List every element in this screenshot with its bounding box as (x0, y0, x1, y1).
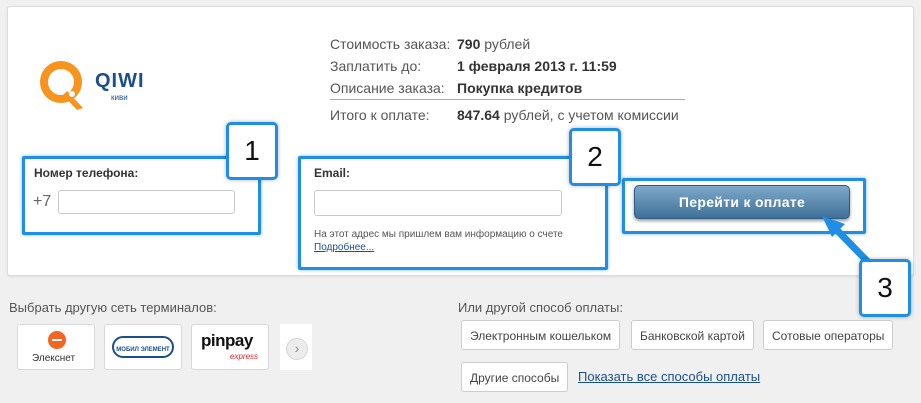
order-cost-currency: рублей (480, 36, 531, 52)
order-pay-until-label: Заплатить до: (330, 58, 422, 74)
email-more-link[interactable]: Подробнее... (314, 242, 374, 253)
qiwi-logo: QIWI киви (37, 58, 155, 116)
method-other[interactable]: Другие способы (461, 362, 569, 392)
marker-badge-2: 2 (569, 128, 621, 186)
email-label: Email: (314, 166, 351, 180)
order-summary: Стоимость заказа: 790 рублей Заплатить до… (330, 34, 685, 127)
phone-input[interactable] (58, 190, 235, 214)
order-cost-label: Стоимость заказа: (330, 36, 451, 52)
email-input[interactable] (314, 190, 562, 216)
order-description-row: Описание заказа: Покупка кредитов (330, 78, 679, 100)
order-total-suffix: рублей, с учетом комиссии (499, 107, 679, 123)
terminal-pinpay-sub: express (230, 352, 259, 361)
eleksnet-logo-icon (48, 331, 66, 349)
marker-badge-1: 1 (226, 122, 278, 180)
logo-name: QIWI (95, 70, 145, 92)
order-cost-value: 790 (457, 36, 481, 52)
order-total-value: 847.64 (457, 107, 500, 123)
order-cost-row: Стоимость заказа: 790 рублей (330, 34, 679, 56)
qiwi-bird-icon (40, 61, 83, 110)
terminal-pinpay[interactable]: pinpay express (191, 324, 269, 370)
email-hint: На этот адрес мы пришлем вам информацию … (314, 228, 599, 254)
method-e-wallet[interactable]: Электронным кошельком (461, 320, 621, 350)
mobil-element-logo: МОБИЛ ЭЛЕМЕНТ (112, 336, 174, 358)
terminal-mobil-element[interactable]: МОБИЛ ЭЛЕМЕНТ (104, 324, 182, 370)
marker-badge-3: 3 (859, 259, 911, 317)
order-pay-until-value: 1 февраля 2013 г. 11:59 (457, 58, 617, 74)
phone-prefix: +7 (33, 193, 52, 210)
terminal-pinpay-label: pinpay (201, 331, 253, 350)
terminals-label: Выбрать другую сеть терминалов: (9, 300, 217, 315)
order-description-value: Покупка кредитов (457, 80, 583, 96)
show-all-methods-link[interactable]: Показать все способы оплаты (578, 369, 760, 384)
terminal-eleksnet[interactable]: Элекснет (17, 324, 95, 370)
method-bank-card[interactable]: Банковской картой (631, 320, 754, 350)
chevron-right-icon: › (294, 340, 300, 356)
terminal-mobil-element-label: МОБИЛ ЭЛЕМЕНТ (116, 347, 170, 353)
terminal-eleksnet-label: Элекснет (32, 353, 76, 364)
terminals-next-button[interactable]: › (286, 338, 308, 360)
logo-subtitle: киви (111, 93, 128, 102)
phone-label: Номер телефона: (34, 166, 139, 180)
order-description-label: Описание заказа: (330, 80, 445, 96)
pay-button[interactable]: Перейти к оплате (634, 185, 850, 219)
order-divider (330, 99, 685, 100)
method-mobile-operators[interactable]: Сотовые операторы (763, 320, 894, 350)
order-total-row: Итого к оплате: 847.64 рублей, с учетом к… (330, 105, 679, 127)
email-hint-text: На этот адрес мы пришлем вам информацию … (314, 229, 563, 240)
other-methods-label: Или другой способ оплаты: (458, 300, 623, 315)
order-pay-until-row: Заплатить до: 1 февраля 2013 г. 11:59 (330, 56, 679, 78)
order-total-label: Итого к оплате: (330, 107, 430, 123)
